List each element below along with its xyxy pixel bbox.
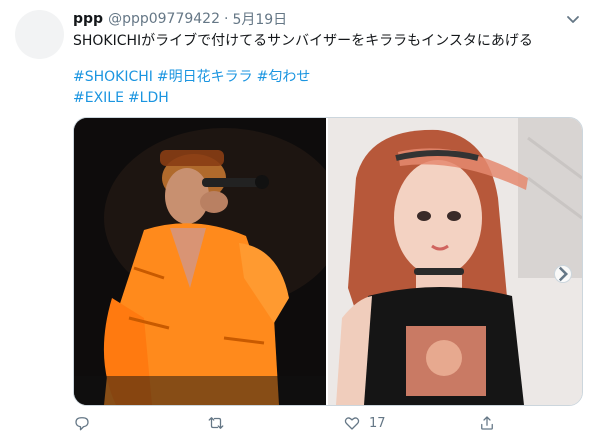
hashtag-line-2: #EXILE #LDH — [73, 88, 314, 109]
hashtag-link[interactable]: #SHOKICHI — [73, 69, 153, 85]
share-button[interactable] — [478, 412, 504, 434]
tweet-header: ppp @ppp09779422 · 5月19日 — [73, 9, 287, 29]
like-icon — [344, 417, 360, 430]
separator-dot: · — [224, 11, 229, 27]
hashtag-link[interactable]: #EXILE — [73, 90, 124, 106]
hashtag-link[interactable]: #匂わせ — [257, 69, 311, 85]
caret-down-icon[interactable] — [565, 11, 581, 27]
like-button[interactable]: 17 — [343, 412, 386, 434]
user-handle[interactable]: @ppp09779422 — [108, 11, 220, 27]
hashtag-link[interactable]: #LDH — [128, 90, 169, 106]
next-image-button[interactable] — [554, 265, 572, 283]
retweet-button[interactable] — [207, 412, 233, 434]
tweet-date[interactable]: 5月19日 — [232, 9, 287, 29]
photo-model[interactable] — [328, 118, 582, 405]
media-grid — [73, 117, 583, 406]
tweet-text: SHOKICHIがライブで付けてるサンバイザーをキララもインスタにあげる — [73, 33, 533, 49]
display-name[interactable]: ppp — [73, 11, 103, 27]
like-count: 17 — [369, 415, 386, 431]
photo-performer[interactable] — [74, 118, 326, 405]
reply-icon — [75, 417, 89, 431]
hashtag-line-1: #SHOKICHI #明日花キララ #匂わせ — [73, 67, 314, 88]
tweet-action-bar: 17 — [73, 412, 543, 434]
share-icon — [481, 416, 493, 430]
avatar[interactable] — [15, 10, 64, 59]
hashtag-link[interactable]: #明日花キララ — [157, 69, 253, 85]
chevron-right-icon — [558, 266, 569, 282]
retweet-icon — [208, 417, 224, 429]
hashtag-block: #SHOKICHI #明日花キララ #匂わせ #EXILE #LDH — [73, 67, 314, 109]
reply-button[interactable] — [73, 412, 99, 434]
